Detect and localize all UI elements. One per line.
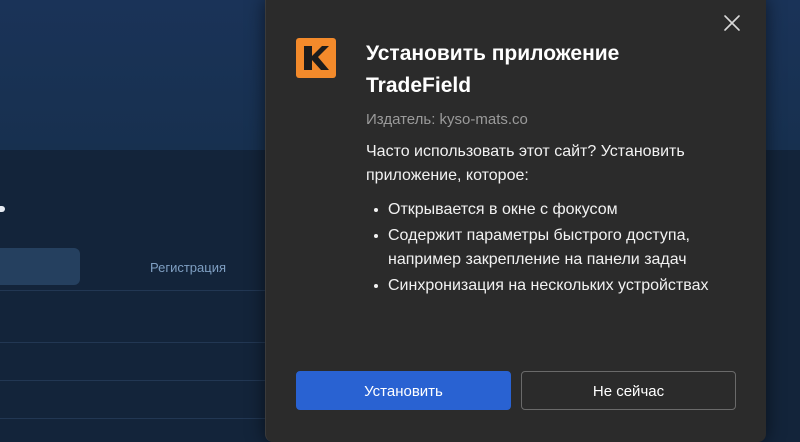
install-question: Часто использовать этот сайт? Установить… bbox=[366, 143, 685, 184]
feature-item: Синхронизация на нескольких устройствах bbox=[372, 274, 712, 298]
background-divider bbox=[0, 418, 270, 419]
feature-list: Открывается в окне с фокусом Содержит па… bbox=[372, 198, 712, 300]
close-icon bbox=[724, 15, 740, 31]
publisher-label: Издатель: kyso-mats.co bbox=[366, 111, 528, 128]
feature-item: Содержит параметры быстрого доступа, нап… bbox=[372, 224, 712, 272]
background-login-tab[interactable] bbox=[0, 248, 80, 285]
screen: Регистрация Установить приложение TradeF… bbox=[0, 0, 800, 442]
install-button[interactable]: Установить bbox=[296, 371, 511, 410]
tradefield-logo-icon bbox=[296, 38, 336, 78]
background-divider bbox=[0, 342, 270, 343]
background-register-tab[interactable]: Регистрация bbox=[150, 258, 270, 278]
feature-item: Открывается в окне с фокусом bbox=[372, 198, 712, 222]
dialog-title: Установить приложение TradeField bbox=[366, 42, 620, 97]
not-now-button[interactable]: Не сейчас bbox=[521, 371, 736, 410]
background-divider bbox=[0, 380, 270, 381]
close-button[interactable] bbox=[721, 12, 743, 34]
background-divider bbox=[0, 290, 270, 291]
install-app-dialog: Установить приложение TradeField Издател… bbox=[265, 0, 766, 442]
